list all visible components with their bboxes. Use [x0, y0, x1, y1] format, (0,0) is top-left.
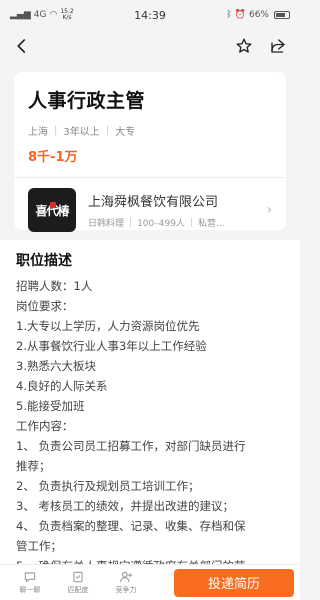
company-name: 上海舜枫餐饮有限公司 [88, 195, 219, 210]
star-icon[interactable] [234, 36, 254, 56]
match-icon [73, 571, 83, 583]
bottom-bar: 聊一聊 匹配度 竞争力 投递简历 [0, 564, 300, 600]
description-line: 工作内容： [16, 419, 74, 433]
job-city: 上海 [28, 127, 48, 138]
company-logo: 喜代椿 [28, 188, 76, 232]
company-size: 100–499人 [137, 219, 185, 229]
job-title: 人事行政主管 [28, 90, 146, 112]
tag-separator: | [189, 217, 193, 228]
description-line: 5.能接受加班 [16, 399, 85, 413]
company-type: 私营... [197, 219, 225, 229]
alarm-icon: ⏰ [234, 10, 246, 20]
tag-separator: | [129, 217, 133, 228]
description-line: 推荐； [16, 459, 51, 473]
description-line: 5、 确保有关人事规定遵循政府有关部门的劳 [16, 556, 284, 564]
bluetooth-icon: ᛒ [226, 10, 232, 20]
job-experience: 3年以上 [63, 127, 100, 138]
status-bar: ▂▄▆ 4G ◠ 15.2 K/s 14:39 ᛒ ⏰ 66% [0, 0, 300, 30]
description-line: 4、 负责档案的整理、记录、收集、存档和保 [16, 519, 246, 533]
job-meta: 上海 | 3年以上 | 大专 [28, 123, 272, 138]
status-right: ᛒ ⏰ 66% [226, 10, 290, 20]
description-line: 2.从事餐饮行业人事3年以上工作经验 [16, 339, 207, 353]
company-tags: 日韩料理 | 100–499人 | 私营... [88, 216, 266, 230]
description-line: 3.熟悉六大板块 [16, 359, 96, 373]
signal-icon: ▂▄▆ [10, 10, 31, 20]
compete-button[interactable]: 竞争力 [102, 570, 150, 595]
nav-bar [0, 30, 300, 62]
compete-label: 竞争力 [115, 586, 137, 594]
apply-resume-button[interactable]: 投递简历 [174, 568, 294, 597]
description-line: 岗位要求： [16, 299, 74, 313]
company-row[interactable]: 喜代椿 上海舜枫餐饮有限公司 日韩料理 | 100–499人 | 私营... › [28, 188, 272, 232]
company-industry: 日韩料理 [88, 219, 125, 229]
description-line: 1.大专以上学历，人力资源岗位优先 [16, 319, 200, 333]
job-education: 大专 [115, 127, 136, 138]
compete-icon [120, 571, 133, 583]
status-left: ▂▄▆ 4G ◠ 15.2 K/s [10, 9, 74, 21]
job-card: 人事行政主管 上海 | 3年以上 | 大专 8千-1万 喜代椿 上海舜枫餐饮有限… [14, 72, 286, 232]
description-line: 1、 负责公司员工招募工作，对部门缺员进行 [16, 439, 246, 453]
nav-actions [234, 36, 288, 56]
status-time: 14:39 [134, 8, 166, 22]
meta-separator: | [105, 125, 110, 136]
job-description: 职位描述 招聘人数：1人 岗位要求： 1.大专以上学历，人力资源岗位优先 2.从… [0, 240, 300, 564]
description-title: 职位描述 [16, 253, 72, 269]
chevron-right-icon: › [266, 202, 272, 218]
back-arrow-icon[interactable] [12, 36, 32, 56]
logo-accent [50, 202, 56, 208]
meta-separator: | [54, 125, 58, 136]
net-speed-unit: K/s [62, 14, 72, 21]
match-label: 匹配度 [67, 586, 89, 594]
chat-label: 聊一聊 [19, 586, 41, 594]
battery-icon [274, 11, 290, 19]
job-salary: 8千-1万 [28, 150, 78, 165]
net-speed: 15.2 K/s [60, 9, 73, 21]
company-info: 上海舜枫餐饮有限公司 日韩料理 | 100–499人 | 私营... [88, 191, 266, 229]
battery-label: 66% [248, 10, 269, 20]
description-line: 3、 考核员工的绩效，并提出改进的建议； [16, 499, 234, 513]
chat-icon [24, 572, 36, 583]
divider [14, 177, 286, 178]
wifi-icon: ◠ [49, 10, 58, 20]
description-line: 招聘人数：1人 [16, 279, 93, 293]
match-button[interactable]: 匹配度 [54, 570, 102, 595]
description-line: 2、 负责执行及规划员工培训工作； [16, 479, 200, 493]
description-line: 4.良好的人际关系 [16, 379, 108, 393]
chat-button[interactable]: 聊一聊 [6, 570, 54, 595]
share-icon[interactable] [268, 36, 288, 56]
description-line: 管工作； [16, 539, 62, 553]
signal-label: 4G [33, 10, 47, 20]
